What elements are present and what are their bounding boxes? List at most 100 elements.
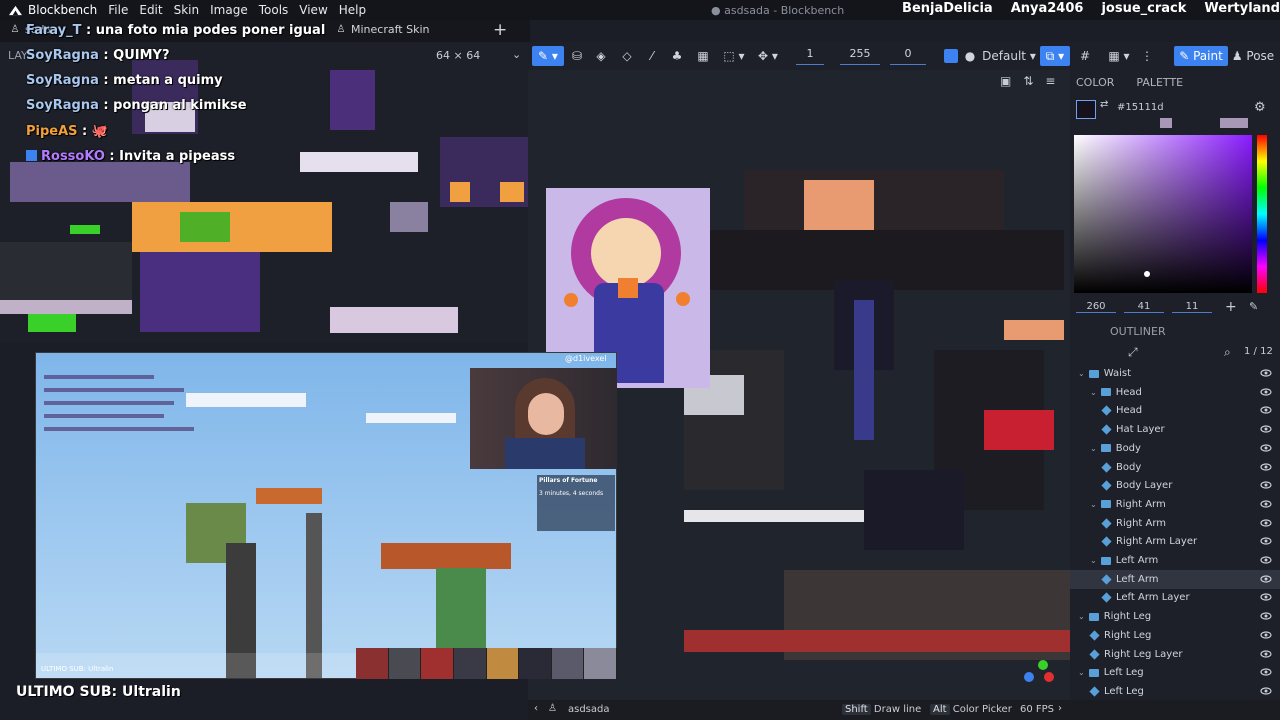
visibility-eye-icon[interactable] xyxy=(1260,554,1272,566)
menu-edit[interactable]: Edit xyxy=(139,3,162,17)
tab-color[interactable]: COLOR xyxy=(1076,76,1114,89)
outliner-group[interactable]: ⌄ Head xyxy=(1070,383,1280,402)
swap-colors-icon[interactable]: ⇄ xyxy=(1100,99,1108,110)
outliner-cube[interactable]: Right Leg Layer xyxy=(1070,645,1280,664)
grid-icon[interactable]: # xyxy=(1078,46,1092,66)
axis-gizmo[interactable] xyxy=(1024,660,1054,690)
brush-opacity-field[interactable]: 255 xyxy=(840,47,880,65)
visibility-eye-icon[interactable] xyxy=(1260,442,1272,454)
menu-image[interactable]: Image xyxy=(210,3,248,17)
visibility-eye-icon[interactable] xyxy=(1260,498,1272,510)
layout-icon[interactable]: ▦ ▾ xyxy=(1102,46,1136,66)
menu-help[interactable]: Help xyxy=(339,3,366,17)
menu-skin[interactable]: Skin xyxy=(174,3,200,17)
visibility-eye-icon[interactable] xyxy=(1260,367,1272,379)
visibility-eye-icon[interactable] xyxy=(1260,685,1272,697)
brush-mode-select[interactable]: Default ▾ xyxy=(982,46,1036,66)
texture-size-select[interactable]: 64 × 64 xyxy=(436,49,480,62)
chevron-down-icon[interactable]: ⌄ xyxy=(1078,612,1085,621)
visibility-eye-icon[interactable] xyxy=(1260,610,1272,622)
outliner-cube[interactable]: Left Arm xyxy=(1070,569,1280,589)
outliner-cube[interactable]: Right Arm xyxy=(1070,514,1280,533)
square-brush-button[interactable] xyxy=(944,49,958,63)
outliner-cube[interactable]: Right Arm Layer xyxy=(1070,532,1280,551)
add-tab-button[interactable]: + xyxy=(493,20,507,40)
chevron-down-icon[interactable]: ⌄ xyxy=(512,48,521,61)
visibility-eye-icon[interactable] xyxy=(1260,404,1272,416)
chevron-down-icon[interactable]: ⌄ xyxy=(1090,500,1097,509)
pose-mode-button[interactable]: ♟ Pose xyxy=(1230,46,1276,66)
outliner-cube[interactable]: Head xyxy=(1070,401,1280,420)
visibility-eye-icon[interactable] xyxy=(1260,629,1272,641)
add-color-icon[interactable]: + xyxy=(1225,299,1237,315)
outliner-group[interactable]: ⌄ Left Arm xyxy=(1070,551,1280,570)
gradient-tool-icon[interactable]: ▦ xyxy=(694,46,712,66)
visibility-eye-icon[interactable] xyxy=(1260,423,1272,435)
fill-tool-icon[interactable]: ⛁ xyxy=(568,46,586,66)
color-hex-value[interactable]: #15111d xyxy=(1117,102,1164,113)
paint-mode-button[interactable]: ✎ Paint xyxy=(1174,46,1228,66)
visibility-eye-icon[interactable] xyxy=(1260,666,1272,678)
chevron-left-icon[interactable]: ‹ xyxy=(534,703,538,714)
visibility-eye-icon[interactable] xyxy=(1260,517,1272,529)
tab-minecraft-skin[interactable]: ♙ Minecraft Skin xyxy=(336,22,430,36)
visibility-eye-icon[interactable] xyxy=(1260,648,1272,660)
eraser-tool-icon[interactable]: ◇ xyxy=(618,46,636,66)
menu-file[interactable]: File xyxy=(108,3,128,17)
chevron-right-icon[interactable]: › xyxy=(1058,703,1062,714)
chevron-down-icon[interactable]: ⌄ xyxy=(1078,668,1085,677)
visibility-eye-icon[interactable] xyxy=(1260,461,1272,473)
gear-icon[interactable]: ⚙ xyxy=(1254,100,1266,115)
outliner-cube[interactable]: Body xyxy=(1070,458,1280,477)
round-brush-icon[interactable]: ● xyxy=(963,46,977,66)
outliner-cube[interactable]: Hat Layer xyxy=(1070,420,1280,439)
visibility-eye-icon[interactable] xyxy=(1260,479,1272,491)
visibility-eye-icon[interactable] xyxy=(1260,591,1272,603)
hue-slider[interactable] xyxy=(1257,135,1267,293)
outliner-cube[interactable]: Body Layer xyxy=(1070,476,1280,495)
palette-swatch[interactable] xyxy=(1160,118,1172,128)
visibility-eye-icon[interactable] xyxy=(1260,573,1272,585)
saturation-field[interactable]: 41 xyxy=(1124,301,1164,313)
outliner-cube[interactable]: Left Arm Layer xyxy=(1070,588,1280,607)
chevron-down-icon[interactable]: ⌄ xyxy=(1078,369,1085,378)
selection-tool-icon[interactable]: ⬚ ▾ xyxy=(720,46,748,66)
color-picker-area[interactable] xyxy=(1074,135,1252,293)
outliner-cube[interactable]: Right Leg xyxy=(1070,626,1280,645)
outliner-group[interactable]: ⌄ Waist xyxy=(1070,364,1280,383)
more-icon[interactable]: ⋮ xyxy=(1141,46,1153,66)
skin-model[interactable] xyxy=(684,170,1070,660)
menu-view[interactable]: View xyxy=(299,3,327,17)
menu-icon[interactable]: ≡ xyxy=(1045,74,1055,88)
chevron-down-icon[interactable]: ⌄ xyxy=(1090,388,1097,397)
outliner-cube[interactable]: Left Leg xyxy=(1070,682,1280,701)
outliner-group[interactable]: ⌄ Right Arm xyxy=(1070,495,1280,514)
move-tool-icon[interactable]: ✥ ▾ xyxy=(754,46,782,66)
eyedropper-icon[interactable]: ✎ xyxy=(1249,300,1258,313)
chevron-down-icon[interactable]: ⌄ xyxy=(1090,444,1097,453)
outliner-label: Right Arm xyxy=(1116,517,1167,529)
brush-tool-button[interactable]: ✎ ▾ xyxy=(532,46,564,66)
expand-icon[interactable]: ⤢ xyxy=(1128,345,1138,360)
brush-size-field[interactable]: 1 xyxy=(796,47,824,65)
visibility-eye-icon[interactable] xyxy=(1260,535,1272,547)
mirror-button[interactable]: ⧉ ▾ xyxy=(1040,46,1070,66)
screenshot-icon[interactable]: ▣ xyxy=(1000,74,1011,88)
value-field[interactable]: 11 xyxy=(1172,301,1212,313)
outliner-group[interactable]: ⌄ Left Leg xyxy=(1070,663,1280,682)
eyedropper-tool-icon[interactable]: ⁄ xyxy=(643,46,661,66)
chevron-down-icon[interactable]: ⌄ xyxy=(1090,556,1097,565)
outliner-group[interactable]: ⌄ Body xyxy=(1070,439,1280,458)
menu-tools[interactable]: Tools xyxy=(259,3,289,17)
bucket-tool-icon[interactable]: ◈ xyxy=(592,46,610,66)
palette-swatch[interactable] xyxy=(1220,118,1248,128)
primary-color-swatch[interactable] xyxy=(1076,100,1096,119)
outliner-group[interactable]: ⌄ Right Leg xyxy=(1070,607,1280,626)
sort-icon[interactable]: ⇅ xyxy=(1023,74,1033,88)
tab-palette[interactable]: PALETTE xyxy=(1136,76,1183,89)
hue-field[interactable]: 260 xyxy=(1076,301,1116,313)
visibility-eye-icon[interactable] xyxy=(1260,386,1272,398)
stamp-tool-icon[interactable]: ♣ xyxy=(668,46,686,66)
search-icon[interactable]: ⌕ xyxy=(1224,345,1231,360)
brush-softness-field[interactable]: 0 xyxy=(890,47,926,65)
